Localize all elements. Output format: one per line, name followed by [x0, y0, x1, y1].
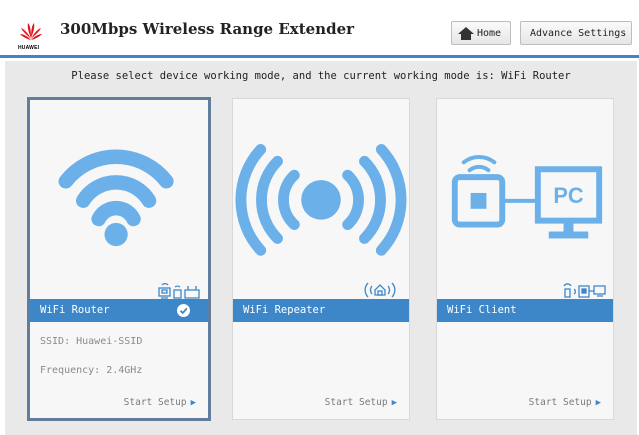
home-icon — [458, 26, 474, 40]
start-setup-link[interactable]: Start Setup ▶ — [124, 397, 196, 408]
play-triangle-icon: ▶ — [391, 398, 397, 408]
page-title: 300Mbps Wireless Range Extender — [60, 20, 355, 38]
header: HUAWEI 300Mbps Wireless Range Extender H… — [0, 0, 639, 58]
repeater-mode-small-icon — [364, 282, 396, 298]
main-panel: Please select device working mode, and t… — [5, 61, 637, 435]
start-setup-label: Start Setup — [528, 397, 592, 408]
start-setup-label: Start Setup — [324, 397, 388, 408]
mode-label-bar: WiFi Repeater — [233, 299, 409, 322]
brand-text: HUAWEI — [18, 45, 40, 51]
play-triangle-icon: ▶ — [190, 398, 196, 408]
mode-label: WiFi Repeater — [243, 304, 326, 316]
mode-label: WiFi Client — [447, 304, 517, 316]
mode-label-bar: WiFi Client — [437, 299, 613, 322]
ssid-text: SSID: Huawei-SSID — [40, 336, 143, 347]
advance-settings-label: Advance Settings — [530, 27, 627, 39]
mode-label: WiFi Router — [40, 304, 110, 316]
check-icon — [177, 304, 190, 317]
play-triangle-icon: ▶ — [595, 398, 601, 408]
mode-card-wifi-repeater[interactable]: WiFi Repeater Start Setup ▶ — [232, 98, 410, 420]
mode-label-bar: WiFi Router — [30, 299, 208, 322]
client-mode-small-icon — [563, 283, 606, 298]
mode-card-wifi-client[interactable]: PC WiFi Client Start Setup ▶ — [436, 98, 614, 420]
signal-waves-icon — [235, 144, 407, 256]
home-button[interactable]: Home — [451, 21, 511, 45]
pc-client-icon: PC — [451, 155, 603, 239]
advance-settings-button[interactable]: Advance Settings — [520, 21, 632, 45]
home-label: Home — [477, 27, 502, 39]
start-setup-link[interactable]: Start Setup ▶ — [325, 397, 397, 408]
mode-card-wifi-router[interactable]: WiFi Router SSID: Huawei-SSID Frequency:… — [27, 97, 211, 421]
instruction-text: Please select device working mode, and t… — [71, 70, 571, 82]
frequency-text: Frequency: 2.4GHz — [40, 365, 143, 376]
start-setup-link[interactable]: Start Setup ▶ — [529, 397, 601, 408]
svg-text:PC: PC — [553, 183, 584, 208]
huawei-logo — [20, 23, 42, 40]
start-setup-label: Start Setup — [123, 397, 187, 408]
wifi-icon — [58, 149, 174, 247]
